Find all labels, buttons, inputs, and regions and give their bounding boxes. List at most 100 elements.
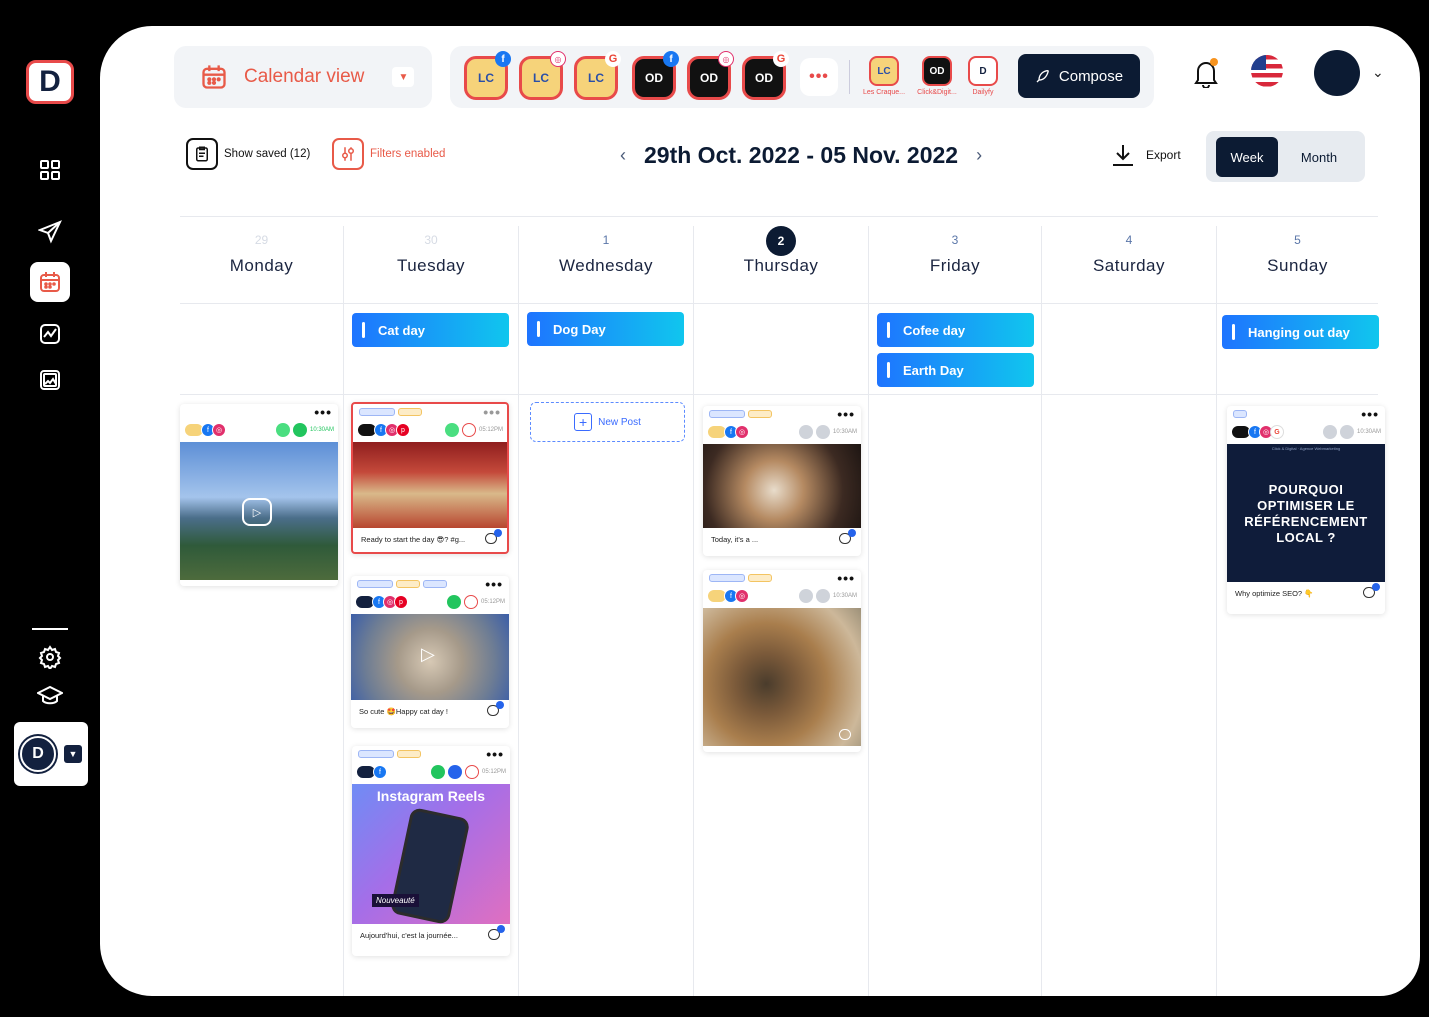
label-tag	[1233, 410, 1247, 418]
comment-icon[interactable]	[487, 701, 504, 716]
user-avatar[interactable]	[1314, 50, 1360, 96]
chevron-right-icon[interactable]: ›	[976, 145, 982, 166]
post-card[interactable]: ••• f 05:12PM Instagram Reels Nouveauté …	[352, 746, 510, 956]
post-image-harbor: ▷	[180, 442, 338, 580]
event-cofee-day[interactable]: Cofee day	[877, 313, 1034, 347]
event-earth-day[interactable]: Earth Day	[877, 353, 1034, 387]
week-tab[interactable]: Week	[1216, 137, 1278, 177]
notification-bell-icon[interactable]	[1192, 58, 1220, 89]
event-cat-day[interactable]: Cat day	[352, 313, 509, 347]
graduation-cap-icon[interactable]	[30, 676, 70, 716]
facebook-icon: f	[663, 51, 679, 67]
account-clickdigital-google[interactable]: OD G	[742, 51, 789, 100]
video-play-icon: ▷	[421, 644, 435, 664]
send-icon[interactable]	[30, 212, 70, 252]
reels-image-title: Instagram Reels	[376, 788, 486, 804]
more-options-icon[interactable]: •••	[483, 404, 501, 420]
notification-dot	[1210, 58, 1218, 66]
main-panel: Calendar view ▼ LC f LC ◎ LC G OD f OD ◎ OD G …	[100, 26, 1420, 996]
caret-down-icon: ▼	[64, 745, 82, 763]
gallery-icon[interactable]	[30, 360, 70, 400]
chevron-down-icon[interactable]: ⌄	[1372, 64, 1384, 81]
gear-icon[interactable]	[30, 637, 70, 677]
image-header-text: Click & Digital · Agence Webmarketing	[1271, 446, 1341, 451]
new-post-button[interactable]: + New Post	[530, 402, 685, 442]
post-card[interactable]: ••• f ◎ 10:30AM Today, it's a ...	[703, 406, 861, 556]
account-craquelins-facebook[interactable]: LC f	[464, 51, 511, 100]
strip-divider	[849, 60, 850, 94]
month-tab[interactable]: Month	[1286, 137, 1352, 177]
google-icon: G	[605, 51, 621, 67]
comment-icon[interactable]	[488, 925, 505, 940]
filters-button[interactable]: Filters enabled	[332, 138, 445, 170]
caret-down-icon: ▼	[392, 67, 415, 87]
more-options-icon[interactable]: •••	[486, 746, 504, 762]
more-options-icon[interactable]: •••	[314, 404, 332, 420]
event-dog-day[interactable]: Dog Day	[527, 312, 684, 346]
post-meta: f ◎ G 10:30AM	[1227, 420, 1385, 444]
account-craquelins-instagram[interactable]: LC ◎	[519, 51, 566, 100]
more-options-icon[interactable]: •••	[837, 406, 855, 422]
account-avatar: D	[20, 736, 56, 772]
more-options-icon[interactable]: •••	[485, 576, 503, 592]
post-image-seo: Click & Digital · Agence Webmarketing PO…	[1227, 444, 1385, 582]
plus-icon: +	[574, 413, 593, 431]
dashboard-grid-icon[interactable]	[30, 150, 70, 190]
header-row-divider	[180, 303, 1378, 304]
comment-icon[interactable]	[485, 529, 502, 544]
compose-button[interactable]: Compose	[1018, 54, 1140, 98]
label-tag	[357, 580, 393, 588]
comment-icon[interactable]	[839, 529, 856, 544]
instagram-icon: ◎	[735, 589, 749, 603]
analytics-icon[interactable]	[30, 314, 70, 354]
post-card[interactable]: ••• f ◎ 10:30AM	[703, 570, 861, 752]
view-selector[interactable]: Calendar view ▼	[174, 46, 432, 108]
post-image-cartoon-room	[353, 442, 507, 528]
post-card[interactable]: ••• f ◎ p 05:12PM ▷ So cute 🤩Happy cat d…	[351, 576, 509, 728]
clock-icon	[447, 765, 462, 779]
app-logo[interactable]: D	[26, 60, 74, 104]
post-caption: Today, it's a ...	[703, 528, 861, 550]
account-clickdigital-instagram[interactable]: OD ◎	[687, 51, 734, 100]
account-craquelins-google[interactable]: LC G	[574, 51, 621, 100]
google-icon: G	[1270, 425, 1284, 439]
feather-pen-icon	[1036, 70, 1049, 83]
event-hanging-out-day[interactable]: Hanging out day	[1222, 315, 1379, 349]
comment-icon[interactable]	[1363, 583, 1380, 598]
show-saved-button[interactable]: Show saved (12)	[186, 138, 310, 170]
download-icon	[1113, 145, 1133, 166]
mini-account-craquelins[interactable]: LC Les Craque...	[856, 56, 912, 96]
us-flag-language-icon[interactable]	[1251, 55, 1283, 87]
post-card[interactable]: ••• f ◎ G 10:30AM Click & Digital · Agen…	[1227, 406, 1385, 614]
instagram-icon: ◎	[550, 51, 566, 67]
more-options-icon[interactable]: •••	[837, 570, 855, 586]
label-tag	[398, 408, 422, 416]
account-clickdigital-facebook[interactable]: OD f	[632, 51, 679, 100]
post-caption: Ready to start the day 😎? #g...	[353, 528, 507, 550]
day-column-saturday: 4 Saturday	[1042, 226, 1217, 996]
post-meta: f ◎ 10:30AM	[703, 584, 861, 608]
more-accounts-button[interactable]: •••	[800, 58, 838, 96]
topbar: Calendar view ▼ LC f LC ◎ LC G OD f OD ◎ OD G …	[100, 26, 1420, 126]
label-tag	[359, 408, 395, 416]
instagram-icon: ◎	[718, 51, 734, 67]
export-button[interactable]: Export	[1110, 142, 1181, 168]
instagram-icon: ◎	[735, 425, 749, 439]
comment-icon[interactable]	[839, 729, 851, 740]
chevron-left-icon[interactable]: ‹	[620, 145, 626, 166]
post-meta: f ◎ p 05:12PM	[353, 418, 507, 442]
account-switcher[interactable]: D ▼	[14, 722, 88, 786]
mini-account-dailyfy[interactable]: D Dailyfy	[955, 56, 1011, 96]
clickdigital-logo-icon: OD	[922, 56, 952, 86]
post-image-cat: ▷	[351, 614, 509, 700]
calendar-icon[interactable]	[30, 262, 70, 302]
label-tag	[423, 580, 447, 588]
approver-icon	[798, 589, 813, 603]
post-card-selected[interactable]: ••• f ◎ p 05:12PM Ready to start the day…	[351, 402, 509, 554]
post-caption: Why optimize SEO? 👇	[1227, 582, 1385, 604]
day-header: 1 Wednesday	[559, 233, 653, 275]
post-card[interactable]: ••• f ◎ 10:30AM ▷	[180, 404, 338, 586]
calendar-toolbar: Show saved (12) Filters enabled ‹ 29th O…	[100, 131, 1420, 194]
label-tag	[709, 574, 745, 582]
more-options-icon[interactable]: •••	[1361, 406, 1379, 422]
